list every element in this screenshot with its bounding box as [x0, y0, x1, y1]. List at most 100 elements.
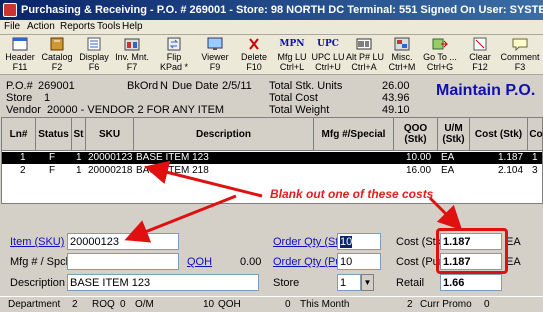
col-sku[interactable]: SKU: [86, 118, 134, 151]
due-date-value: 2/5/11: [222, 80, 252, 92]
upc-icon: UPC: [317, 39, 339, 49]
item-sku-input[interactable]: 20000123: [67, 233, 179, 250]
title-bar: Purchasing & Receiving - P.O. # 269001 -…: [0, 0, 543, 20]
bkord-value: N: [160, 80, 168, 92]
department-label: Department: [8, 299, 61, 310]
total-units-label: Total Stk. Units: [269, 80, 343, 92]
viewer-icon: [206, 37, 224, 51]
retail-input[interactable]: 1.66: [440, 274, 502, 291]
col-extra[interactable]: Co: [528, 118, 543, 151]
description-input[interactable]: BASE ITEM 123: [67, 274, 259, 291]
total-weight-value: 49.10: [382, 104, 410, 116]
store-label: Store: [6, 92, 33, 104]
total-weight-label: Total Weight: [269, 104, 330, 116]
mpn-icon: MPN: [279, 39, 305, 49]
alt-part-lu-button[interactable]: Alt P# LU Ctrl+A: [346, 37, 384, 73]
this-month-label: This Month: [300, 299, 350, 310]
col-um[interactable]: U/M (Stk): [438, 118, 470, 151]
store-field-label: Store: [273, 277, 300, 289]
retail-label: Retail: [396, 277, 425, 289]
menu-help[interactable]: Help: [122, 21, 143, 32]
mfg-spcl-label: Mfg # / Spcl: [10, 256, 69, 268]
store-value: 1: [44, 92, 51, 104]
vendor-label: Vendor: [6, 104, 41, 116]
col-ln[interactable]: Ln#: [2, 118, 36, 151]
qoh-status-value: 0: [285, 299, 291, 310]
roq-label: ROQ: [92, 299, 115, 310]
roq-value: 0: [120, 299, 126, 310]
menu-action[interactable]: Action: [27, 21, 55, 32]
menu-tools[interactable]: Tools: [97, 21, 120, 32]
app-icon: [3, 3, 17, 17]
goto-button[interactable]: Go To ... Ctrl+G: [422, 37, 458, 73]
grid-header: Ln# Status St SKU Description Mfg #/Spec…: [2, 118, 543, 151]
col-cost[interactable]: Cost (Stk): [470, 118, 528, 151]
display-button[interactable]: Display F6: [78, 37, 110, 73]
comment-icon: [511, 37, 529, 52]
qoh-link[interactable]: QOH: [187, 256, 212, 268]
due-date-label: Due Date: [172, 80, 219, 92]
alt-part-icon: [355, 37, 373, 51]
order-qty-pur-input[interactable]: 10: [337, 253, 381, 270]
om-label: O/M: [135, 299, 154, 310]
flip-button[interactable]: Flip KPad *: [156, 37, 192, 73]
col-mfg-special[interactable]: Mfg #/Special: [314, 118, 394, 151]
bkord-label: BkOrd: [127, 80, 159, 92]
po-number: 269001: [38, 80, 75, 92]
qoh-status-label: QOH: [218, 299, 241, 310]
goto-icon: [431, 37, 449, 51]
header-button[interactable]: Header F11: [2, 37, 38, 73]
menu-reports[interactable]: Reports: [60, 21, 95, 32]
delete-icon: [245, 37, 263, 51]
display-icon: [85, 37, 103, 51]
cost-highlight-box: [436, 228, 508, 274]
toolbar: Header F11 Catalog F2 Display F6 Inv. Mnt. F…: [0, 35, 543, 75]
total-cost-value: 43.96: [382, 92, 410, 104]
item-sku-link[interactable]: Item (SKU): [10, 236, 64, 248]
store-select[interactable]: 1: [337, 274, 361, 291]
upc-lu-button[interactable]: UPC UPC LU Ctrl+U: [311, 37, 345, 73]
mfg-spcl-input[interactable]: [67, 253, 179, 270]
viewer-button[interactable]: Viewer F9: [198, 37, 232, 73]
menu-bar: File Action Reports Tools Help: [0, 20, 543, 35]
col-qoo[interactable]: QOO (Stk): [394, 118, 438, 151]
total-cost-label: Total Cost: [269, 92, 318, 104]
col-description[interactable]: Description: [134, 118, 314, 151]
cost-pur-um: EA: [506, 256, 521, 268]
inv-mnt-button[interactable]: Inv. Mnt. F7: [114, 37, 150, 73]
clear-icon: [471, 37, 489, 51]
cost-stk-um: EA: [506, 236, 521, 248]
mode-title: Maintain P.O.: [436, 82, 536, 99]
status-bar: Department 2 ROQ 0 O/M 10 QOH 0 This Mon…: [0, 296, 543, 312]
col-st[interactable]: St: [72, 118, 86, 151]
annotation-text: Blank out one of these costs: [270, 187, 434, 201]
vendor-value: 20000 - VENDOR 2 FOR ANY ITEM: [47, 104, 225, 116]
misc-icon: [393, 37, 411, 51]
clear-button[interactable]: Clear F12: [463, 37, 497, 73]
om-value: 10: [203, 299, 215, 310]
catalog-icon: [48, 37, 66, 51]
col-status[interactable]: Status: [36, 118, 72, 151]
curr-promo-label: Curr Promo: [420, 299, 472, 310]
order-qty-stk-input[interactable]: 10: [337, 233, 381, 250]
this-month-value: 2: [407, 299, 413, 310]
chevron-down-icon[interactable]: ▼: [361, 274, 374, 291]
department-value: 2: [72, 299, 78, 310]
window-title: Purchasing & Receiving - P.O. # 269001 -…: [21, 4, 543, 16]
curr-promo-value: 0: [484, 299, 490, 310]
misc-button[interactable]: Misc. Ctrl+M: [385, 37, 419, 73]
comment-button[interactable]: Comment F3: [500, 37, 540, 73]
table-row[interactable]: 1 F 1 20000123 BASE ITEM 123 10.00 EA 1.…: [2, 152, 542, 164]
inventory-icon: [123, 37, 141, 51]
description-label: Description: [10, 277, 66, 289]
mfg-lu-button[interactable]: MPN Mfg LU Ctrl+L: [275, 37, 309, 73]
flip-icon: [165, 37, 183, 51]
po-label: P.O.#: [6, 80, 33, 92]
catalog-button[interactable]: Catalog F2: [40, 37, 74, 73]
menu-file[interactable]: File: [4, 21, 20, 32]
qoh-value: 0.00: [240, 256, 262, 268]
header-icon: [11, 37, 29, 51]
total-units-value: 26.00: [382, 80, 410, 92]
table-row[interactable]: 2 F 1 20000218 BASE ITEM 218 16.00 EA 2.…: [2, 165, 542, 177]
delete-button[interactable]: Delete F10: [237, 37, 271, 73]
